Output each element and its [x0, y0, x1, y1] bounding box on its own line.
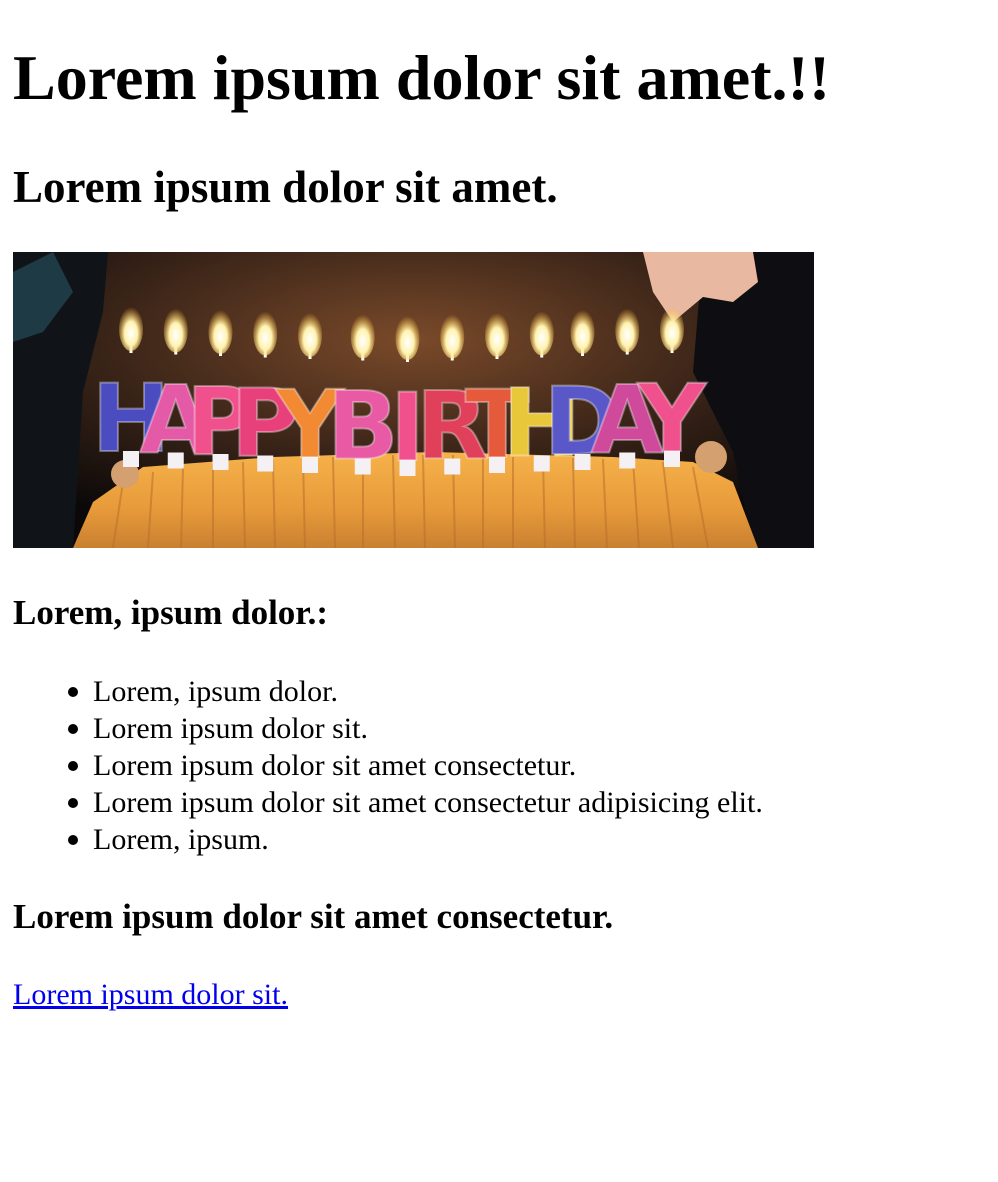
list-item: Lorem ipsum dolor sit amet consectetur.	[68, 747, 763, 784]
bullet-list: Lorem, ipsum dolor. Lorem ipsum dolor si…	[13, 673, 763, 858]
bullet-icon	[68, 724, 78, 734]
flame-icon	[350, 314, 375, 359]
list-item-text: Lorem ipsum dolor sit amet consectetur a…	[93, 786, 763, 819]
flame-icon	[298, 313, 322, 357]
flame-icon	[570, 310, 595, 354]
bullet-icon	[68, 761, 78, 771]
candle-letter-glyph: Y	[637, 365, 707, 474]
birthday-candles-illustration: HAPPYBIRTHDAY	[13, 252, 814, 548]
bullet-icon	[68, 798, 78, 808]
footer-link[interactable]: Lorem ipsum dolor sit.	[13, 976, 288, 1013]
flame-icon	[119, 307, 143, 351]
closing-heading: Lorem ipsum dolor sit amet consectetur.	[13, 897, 614, 936]
flame-icon	[395, 316, 420, 360]
list-item-text: Lorem ipsum dolor sit.	[93, 712, 368, 745]
list-item-text: Lorem ipsum dolor sit amet consectetur.	[93, 749, 577, 782]
flame-icon	[485, 313, 509, 357]
flame-icon	[660, 307, 684, 351]
flame-icon	[253, 311, 278, 356]
flame-icon	[440, 314, 465, 359]
list-item: Lorem, ipsum dolor.	[68, 673, 763, 710]
page-title: Lorem ipsum dolor sit amet.!!	[13, 42, 831, 113]
list-item-text: Lorem, ipsum.	[93, 823, 269, 856]
flame-icon	[529, 311, 554, 356]
list-heading: Lorem, ipsum dolor.:	[13, 593, 329, 632]
bullet-icon	[68, 687, 78, 697]
page-subtitle: Lorem ipsum dolor sit amet.	[13, 162, 558, 212]
list-item: Lorem ipsum dolor sit amet consectetur a…	[68, 784, 763, 821]
list-item-text: Lorem, ipsum dolor.	[93, 675, 338, 708]
candle-letter-glyph: B	[327, 373, 399, 482]
birthday-cake-image: HAPPYBIRTHDAY	[13, 252, 814, 548]
flame-icon	[615, 308, 640, 353]
flame-icon	[208, 310, 233, 354]
flame-icon	[163, 308, 188, 353]
list-item: Lorem ipsum dolor sit.	[68, 710, 763, 747]
list-item: Lorem, ipsum.	[68, 821, 763, 858]
bullet-icon	[68, 835, 78, 845]
